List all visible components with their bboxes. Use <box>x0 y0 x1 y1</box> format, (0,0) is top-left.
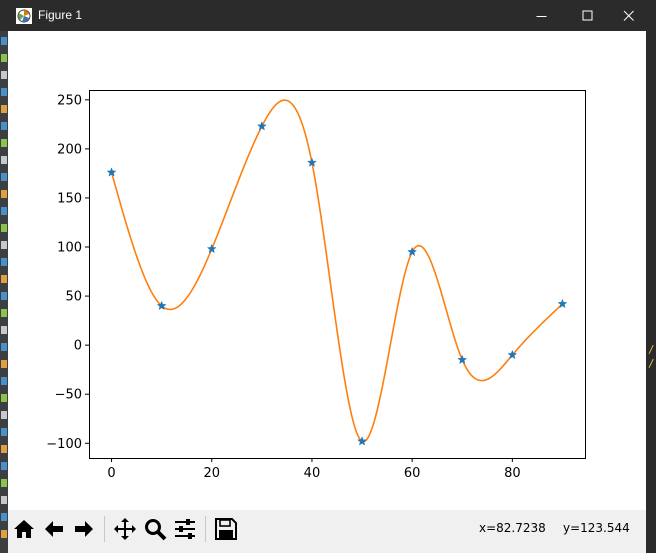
minimize-button[interactable] <box>519 0 565 31</box>
pan-button[interactable] <box>111 515 139 543</box>
home-icon <box>14 520 34 538</box>
data-point-marker <box>457 354 468 365</box>
back-button[interactable] <box>40 515 68 543</box>
gutter-marker <box>1 224 7 232</box>
gutter-marker <box>1 241 7 249</box>
gutter-marker <box>1 275 7 283</box>
y-tick-label: 0 <box>74 339 82 354</box>
data-point-marker <box>256 121 267 131</box>
data-point-marker <box>206 243 217 254</box>
gutter-marker <box>1 496 7 504</box>
gutter-marker <box>1 88 7 96</box>
y-tick-label: 150 <box>57 191 82 206</box>
gutter-marker <box>1 139 7 147</box>
gutter-marker <box>1 360 7 368</box>
gutter-marker <box>1 394 7 402</box>
editor-fragment: / <box>648 357 655 370</box>
toolbar-separator <box>205 516 206 542</box>
gutter-marker <box>1 207 7 215</box>
move-icon <box>114 518 136 540</box>
x-tick-label: 40 <box>304 466 321 481</box>
gutter-marker <box>1 54 7 62</box>
arrow-left-icon <box>45 521 63 537</box>
plot-area[interactable]: 0 20 40 60 80 −100 −50 0 50 100 150 200 250 <box>8 31 646 510</box>
gutter-marker <box>1 173 7 181</box>
gutter-marker <box>1 122 7 130</box>
gutter-marker <box>1 309 7 317</box>
gutter-marker <box>1 258 7 266</box>
gutter-marker <box>1 326 7 334</box>
home-button[interactable] <box>10 515 38 543</box>
gutter-marker <box>1 37 7 45</box>
title-bar[interactable]: Figure 1 <box>8 0 646 31</box>
background-editor-edge: / / <box>646 31 656 553</box>
maximize-button[interactable] <box>565 0 611 31</box>
interpolated-curve <box>110 99 563 443</box>
figure-window: Figure 1 0 20 40 60 80 −100 −50 0 50 100 150 200 250 <box>8 0 646 553</box>
floppy-disk-icon <box>215 518 237 540</box>
cursor-x-readout: x=82.7238 <box>479 521 546 535</box>
arrow-right-icon <box>75 521 93 537</box>
gutter-marker <box>1 479 7 487</box>
y-tick-label: 100 <box>57 241 82 256</box>
gutter-marker <box>1 513 7 521</box>
save-button[interactable] <box>212 515 240 543</box>
gutter-marker <box>1 530 7 538</box>
x-tick-label: 80 <box>504 466 521 481</box>
axes-frame <box>89 90 586 459</box>
background-editor-gutter <box>0 31 8 553</box>
close-button[interactable] <box>611 0 646 31</box>
magnifier-icon <box>145 519 167 541</box>
x-tick-label: 0 <box>107 466 115 481</box>
gutter-marker <box>1 411 7 419</box>
maximize-icon <box>582 10 593 20</box>
y-tick-label: −50 <box>55 388 82 403</box>
gutter-marker <box>1 445 7 453</box>
window-title: Figure 1 <box>38 8 83 22</box>
gutter-marker <box>1 377 7 385</box>
y-tick-label: 50 <box>65 290 82 305</box>
gutter-marker <box>1 190 7 198</box>
gutter-marker <box>1 71 7 79</box>
gutter-marker <box>1 462 7 470</box>
y-tick-label: 200 <box>57 142 82 157</box>
minimize-icon <box>536 15 547 17</box>
gutter-marker <box>1 343 7 351</box>
cursor-y-readout: y=123.544 <box>563 521 630 535</box>
close-icon <box>623 10 634 21</box>
configure-subplots-button[interactable] <box>171 515 199 543</box>
zoom-button[interactable] <box>141 515 169 543</box>
x-tick-label: 60 <box>404 466 421 481</box>
x-tick-label: 20 <box>203 466 220 481</box>
navigation-toolbar: x=82.7238 y=123.544 <box>8 510 646 553</box>
gutter-marker <box>1 292 7 300</box>
figure-canvas[interactable]: 0 20 40 60 80 −100 −50 0 50 100 150 200 250 <box>8 31 646 510</box>
y-tick-label: −100 <box>46 437 82 452</box>
sliders-icon <box>175 519 195 539</box>
y-tick-label: 250 <box>57 93 82 108</box>
matplotlib-figure-icon <box>16 8 32 24</box>
gutter-marker <box>1 156 7 164</box>
toolbar-separator <box>104 516 105 542</box>
forward-button[interactable] <box>70 515 98 543</box>
editor-fragment: / <box>648 343 655 356</box>
gutter-marker <box>1 428 7 436</box>
gutter-marker <box>1 105 7 113</box>
